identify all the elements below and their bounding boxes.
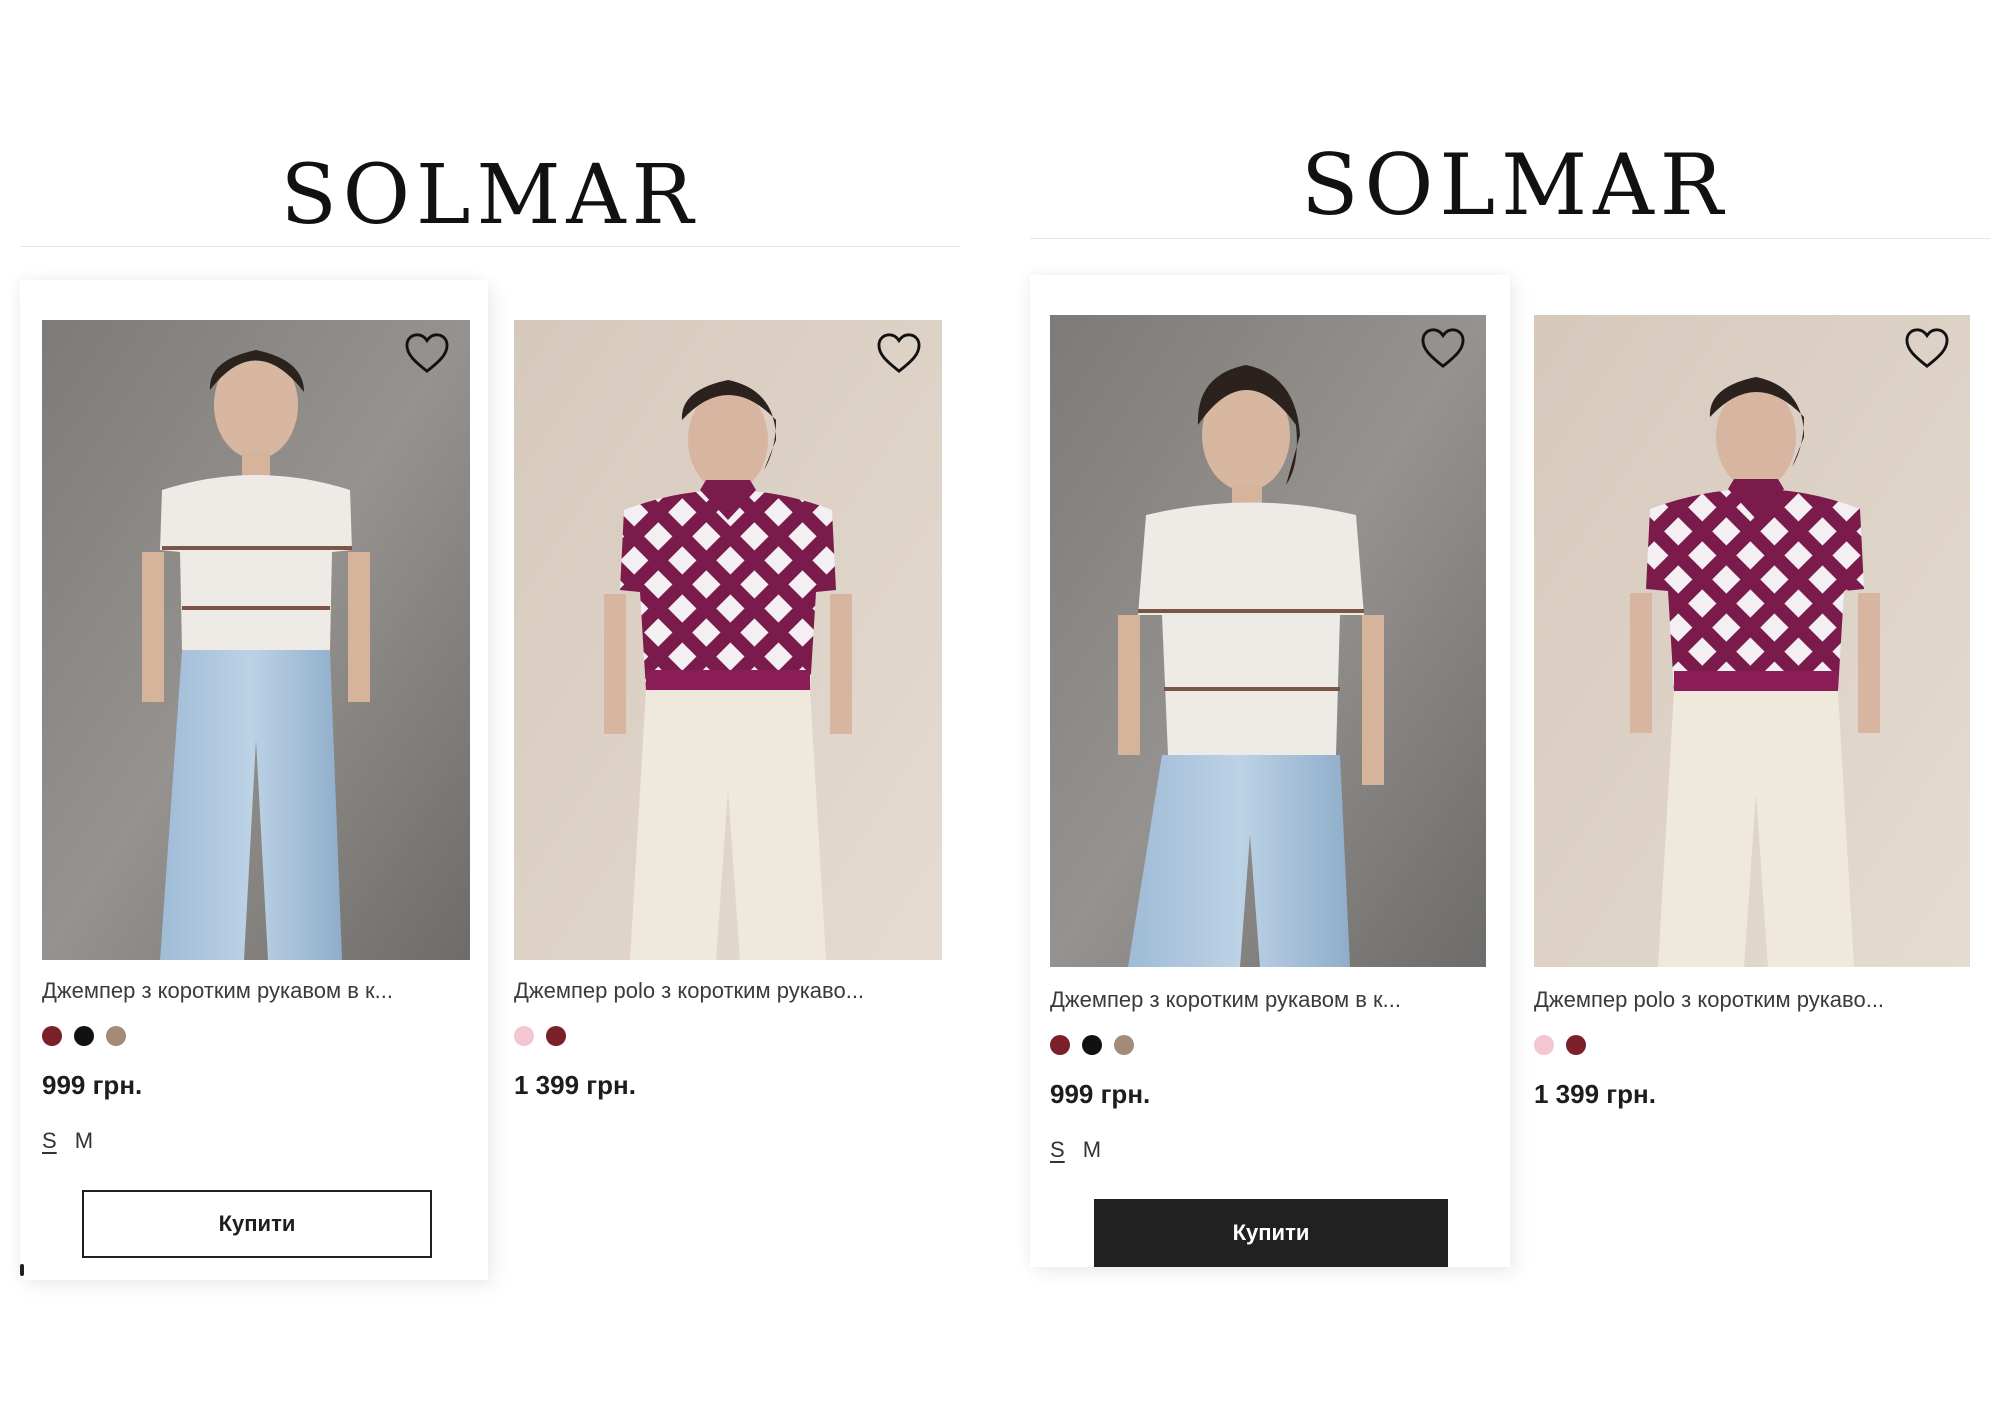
product-photo-beige <box>514 320 942 960</box>
product-card-2[interactable]: Джемпер polo з коротким рукаво... 1 399 … <box>514 280 960 1280</box>
product-photo-beige <box>1534 315 1970 967</box>
header-divider <box>1030 238 1990 239</box>
swatch-black[interactable] <box>1082 1035 1102 1055</box>
size-option-s[interactable]: S <box>42 1128 57 1154</box>
swatch-pink[interactable] <box>1534 1035 1554 1055</box>
brand-logo[interactable]: SOLMAR <box>0 148 980 243</box>
size-list: S M <box>42 1128 93 1154</box>
brand-logo[interactable]: SOLMAR <box>1030 136 2000 234</box>
swatch-beige[interactable] <box>106 1026 126 1046</box>
product-image-polo[interactable] <box>514 320 942 960</box>
product-price: 999 грн. <box>1050 1079 1151 1109</box>
panel-default-state: SOLMAR Джемпер з коротким рукавом в к... <box>0 0 980 1414</box>
product-image-polo[interactable] <box>1534 315 1970 967</box>
wishlist-heart-icon[interactable] <box>876 332 922 374</box>
product-price: 999 грн. <box>42 1070 143 1100</box>
wishlist-heart-icon[interactable] <box>1420 327 1466 369</box>
size-option-s[interactable]: S <box>1050 1137 1065 1163</box>
size-list: S M <box>1050 1137 1101 1163</box>
product-card-2[interactable]: Джемпер polo з коротким рукаво... 1 399 … <box>1534 275 1990 1267</box>
product-photo-grey <box>1050 315 1486 967</box>
product-image-sweater[interactable] <box>1050 315 1486 967</box>
color-swatches <box>514 1026 566 1046</box>
color-swatches <box>42 1026 126 1046</box>
product-price: 1 399 грн. <box>514 1070 636 1100</box>
swatch-beige[interactable] <box>1114 1035 1134 1055</box>
swatch-pink[interactable] <box>514 1026 534 1046</box>
product-title[interactable]: Джемпер з коротким рукавом в к... <box>42 978 470 1004</box>
scroll-indicator <box>20 1264 24 1276</box>
product-photo-grey <box>42 320 470 960</box>
product-price: 1 399 грн. <box>1534 1079 1656 1109</box>
swatch-burgundy[interactable] <box>1566 1035 1586 1055</box>
panel-hover-state: SOLMAR Джемпер з коротким рукавом в к... <box>1030 0 2000 1414</box>
product-card-1[interactable]: Джемпер з коротким рукавом в к... 999 гр… <box>20 280 488 1280</box>
wishlist-heart-icon[interactable] <box>404 332 450 374</box>
swatch-burgundy[interactable] <box>546 1026 566 1046</box>
buy-button[interactable]: Купити <box>1094 1199 1448 1267</box>
size-option-m[interactable]: M <box>75 1128 93 1154</box>
product-card-1[interactable]: Джемпер з коротким рукавом в к... 999 гр… <box>1030 275 1510 1267</box>
wishlist-heart-icon[interactable] <box>1904 327 1950 369</box>
product-title[interactable]: Джемпер з коротким рукавом в к... <box>1050 987 1486 1013</box>
color-swatches <box>1050 1035 1134 1055</box>
product-title[interactable]: Джемпер polo з коротким рукаво... <box>514 978 942 1004</box>
size-option-m[interactable]: M <box>1083 1137 1101 1163</box>
color-swatches <box>1534 1035 1586 1055</box>
header-divider <box>20 246 960 247</box>
product-title[interactable]: Джемпер polo з коротким рукаво... <box>1534 987 1970 1013</box>
swatch-black[interactable] <box>74 1026 94 1046</box>
buy-button[interactable]: Купити <box>82 1190 432 1258</box>
swatch-burgundy[interactable] <box>42 1026 62 1046</box>
product-image-sweater[interactable] <box>42 320 470 960</box>
swatch-burgundy[interactable] <box>1050 1035 1070 1055</box>
